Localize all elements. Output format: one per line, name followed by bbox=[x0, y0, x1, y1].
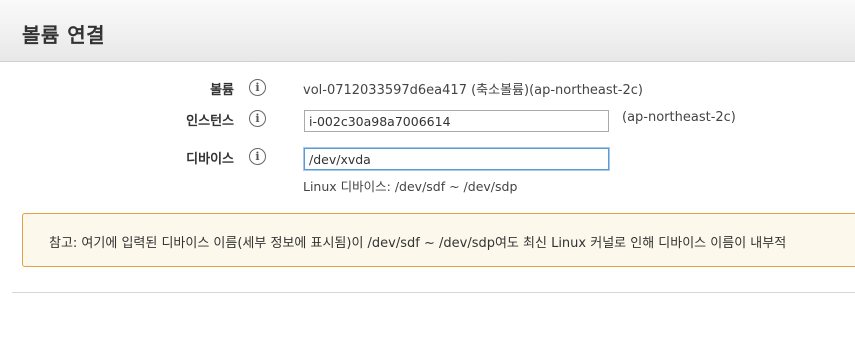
divider bbox=[12, 292, 855, 293]
dialog-title: 볼륨 연결 bbox=[22, 23, 106, 47]
instance-az: (ap-northeast-2c) bbox=[622, 110, 736, 125]
device-hint: Linux 디바이스: /dev/sdf ~ /dev/sdp bbox=[303, 179, 518, 194]
note-box: 참고: 여기에 입력된 디바이스 이름(세부 정보에 표시됨)이 /dev/sd… bbox=[22, 213, 855, 267]
instance-input[interactable] bbox=[304, 110, 609, 132]
device-input[interactable] bbox=[304, 148, 609, 170]
instance-info-icon[interactable]: i bbox=[249, 110, 266, 127]
device-info-icon[interactable]: i bbox=[249, 148, 266, 165]
device-label: 디바이스 bbox=[186, 152, 234, 167]
instance-label: 인스턴스 bbox=[186, 114, 234, 129]
dialog-header: 볼륨 연결 bbox=[0, 0, 855, 62]
volume-label: 볼륨 bbox=[210, 83, 234, 98]
volume-info-icon[interactable]: i bbox=[249, 79, 266, 96]
note-text: 참고: 여기에 입력된 디바이스 이름(세부 정보에 표시됨)이 /dev/sd… bbox=[49, 236, 787, 251]
volume-value: vol-0712033597d6ea417 (축소볼륨)(ap-northeas… bbox=[303, 83, 643, 98]
